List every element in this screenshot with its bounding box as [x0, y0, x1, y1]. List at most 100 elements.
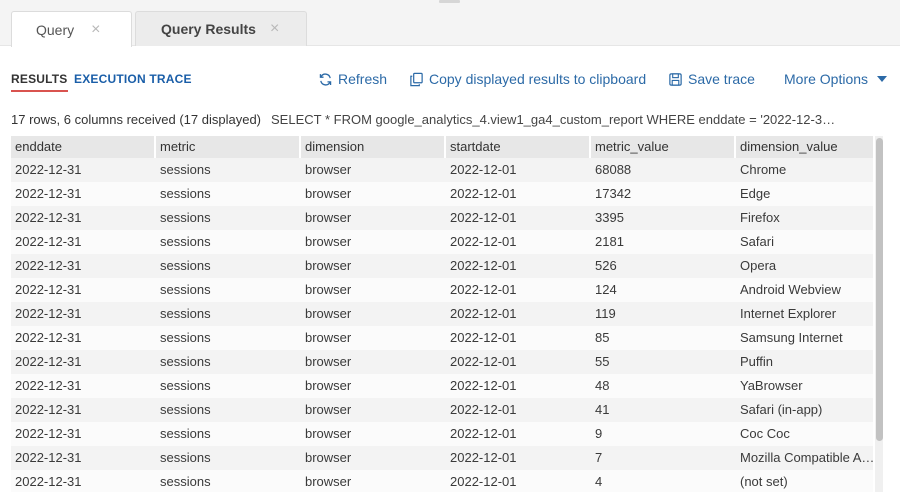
- table-cell: sessions: [160, 450, 211, 465]
- column-header-dimension[interactable]: dimension: [301, 136, 446, 158]
- table-cell: browser: [305, 258, 352, 273]
- table-cell: 2022-12-31: [15, 402, 82, 417]
- column-header-metric[interactable]: metric: [156, 136, 301, 158]
- table-cell: 119: [595, 306, 616, 321]
- column-header-dimension-value[interactable]: dimension_value: [736, 136, 881, 158]
- close-icon[interactable]: ×: [91, 21, 100, 39]
- table-cell: 48: [595, 378, 610, 393]
- save-trace-label: Save trace: [688, 71, 755, 87]
- caret-down-icon: [877, 76, 888, 82]
- refresh-button[interactable]: Refresh: [318, 71, 387, 87]
- drag-handle[interactable]: [439, 0, 460, 3]
- table-row[interactable]: 2022-12-31 sessions browser 2022-12-01 41 Saf…: [11, 398, 873, 422]
- table-cell: browser: [305, 450, 352, 465]
- row-count: 17 rows, 6 columns received (17 displaye…: [11, 112, 262, 127]
- copy-icon: [409, 72, 424, 87]
- table-cell: 2022-12-01: [450, 378, 517, 393]
- table-cell: 2022-12-31: [15, 426, 82, 441]
- table-cell: 2022-12-31: [15, 210, 82, 225]
- table-row[interactable]: 2022-12-31 sessions browser 2022-12-01 17342…: [11, 182, 873, 206]
- table-cell: sessions: [160, 234, 211, 249]
- table-row[interactable]: 2022-12-31 sessions browser 2022-12-01 3395 F…: [11, 206, 873, 230]
- table-cell: browser: [305, 162, 352, 177]
- table-cell: Edge: [740, 186, 771, 201]
- table-cell: Android Webview: [740, 282, 841, 297]
- table-cell: 2022-12-01: [450, 402, 517, 417]
- tab-query-results-label: Query Results: [161, 21, 256, 37]
- table-cell: 2022-12-01: [450, 354, 517, 369]
- table-row[interactable]: 2022-12-31 sessions browser 2022-12-01 526 Op…: [11, 254, 873, 278]
- table-row[interactable]: 2022-12-31 sessions browser 2022-12-01 55 Puf…: [11, 350, 873, 374]
- table-cell: sessions: [160, 426, 211, 441]
- tab-execution-trace[interactable]: EXECUTION TRACE: [74, 72, 192, 86]
- table-row[interactable]: 2022-12-31 sessions browser 2022-12-01 2181 S…: [11, 230, 873, 254]
- table-row[interactable]: 2022-12-31 sessions browser 2022-12-01 124 An…: [11, 278, 873, 302]
- results-table: enddate metric dimension startdate metri…: [11, 136, 883, 492]
- table-cell: Chrome: [740, 162, 787, 177]
- table-cell: 526: [595, 258, 617, 273]
- tab-results[interactable]: RESULTS: [11, 72, 68, 92]
- table-cell: 85: [595, 330, 610, 345]
- table-row[interactable]: 2022-12-31 sessions browser 2022-12-01 4 (not…: [11, 470, 873, 492]
- column-header-startdate[interactable]: startdate: [446, 136, 591, 158]
- table-row[interactable]: 2022-12-31 sessions browser 2022-12-01 68088…: [11, 158, 873, 182]
- table-cell: 2022-12-01: [450, 306, 517, 321]
- table-row[interactable]: 2022-12-31 sessions browser 2022-12-01 48 YaB…: [11, 374, 873, 398]
- table-cell: 17342: [595, 186, 632, 201]
- tab-query[interactable]: Query ×: [11, 11, 132, 47]
- table-cell: Internet Explorer: [740, 306, 837, 321]
- table-cell: YaBrowser: [740, 378, 803, 393]
- tab-query-label: Query: [36, 21, 75, 38]
- table-cell: browser: [305, 474, 352, 489]
- table-cell: sessions: [160, 306, 211, 321]
- close-icon[interactable]: ×: [270, 20, 279, 38]
- table-cell: 2022-12-31: [15, 282, 82, 297]
- copy-results-button[interactable]: Copy displayed results to clipboard: [409, 71, 646, 87]
- table-cell: 2022-12-01: [450, 258, 517, 273]
- table-row[interactable]: 2022-12-31 sessions browser 2022-12-01 9 Coc …: [11, 422, 873, 446]
- table-cell: 3395: [595, 210, 624, 225]
- table-row[interactable]: 2022-12-31 sessions browser 2022-12-01 119 In…: [11, 302, 873, 326]
- column-header-enddate[interactable]: enddate: [11, 136, 156, 158]
- table-cell: 2022-12-01: [450, 186, 517, 201]
- more-options-button[interactable]: More Options: [784, 71, 888, 87]
- table-cell: Mozilla Compatible Agent: [740, 450, 881, 465]
- table-cell: Opera: [740, 258, 777, 273]
- table-cell: sessions: [160, 162, 211, 177]
- scrollbar-thumb[interactable]: [876, 138, 883, 441]
- table-cell: Puffin: [740, 354, 774, 369]
- table-cell: 2022-12-31: [15, 354, 82, 369]
- table-cell: 2022-12-31: [15, 234, 82, 249]
- table-cell: 2022-12-01: [450, 282, 517, 297]
- result-summary: 17 rows, 6 columns received (17 displaye…: [11, 112, 881, 127]
- more-options-label: More Options: [784, 71, 869, 87]
- table-cell: 2022-12-01: [450, 426, 517, 441]
- table-row[interactable]: 2022-12-31 sessions browser 2022-12-01 7 Mozi…: [11, 446, 881, 470]
- table-cell: sessions: [160, 378, 211, 393]
- save-trace-button[interactable]: Save trace: [668, 71, 755, 87]
- table-cell: (not set): [740, 474, 788, 489]
- table-row[interactable]: 2022-12-31 sessions browser 2022-12-01 85 Sam…: [11, 326, 873, 350]
- save-icon: [668, 72, 683, 87]
- tab-query-results[interactable]: Query Results ×: [135, 11, 307, 46]
- table-cell: 9: [595, 426, 603, 441]
- table-cell: sessions: [160, 330, 211, 345]
- table-cell: 124: [595, 282, 617, 297]
- table-cell: browser: [305, 234, 352, 249]
- refresh-label: Refresh: [338, 71, 388, 87]
- table-cell: sessions: [160, 210, 211, 225]
- table-cell: browser: [305, 354, 352, 369]
- table-cell: 2022-12-31: [15, 162, 82, 177]
- table-cell: sessions: [160, 474, 211, 489]
- table-cell: 4: [595, 474, 603, 489]
- table-cell: sessions: [160, 354, 211, 369]
- query-text: SELECT * FROM google_analytics_4.view1_g…: [271, 112, 836, 127]
- table-cell: browser: [305, 378, 352, 393]
- table-cell: 2181: [595, 234, 624, 249]
- table-cell: browser: [305, 210, 352, 225]
- column-header-metric-value[interactable]: metric_value: [591, 136, 736, 158]
- table-cell: browser: [305, 306, 352, 321]
- table-cell: sessions: [160, 282, 211, 297]
- table-cell: 2022-12-31: [15, 330, 82, 345]
- table-cell: 7: [595, 450, 603, 465]
